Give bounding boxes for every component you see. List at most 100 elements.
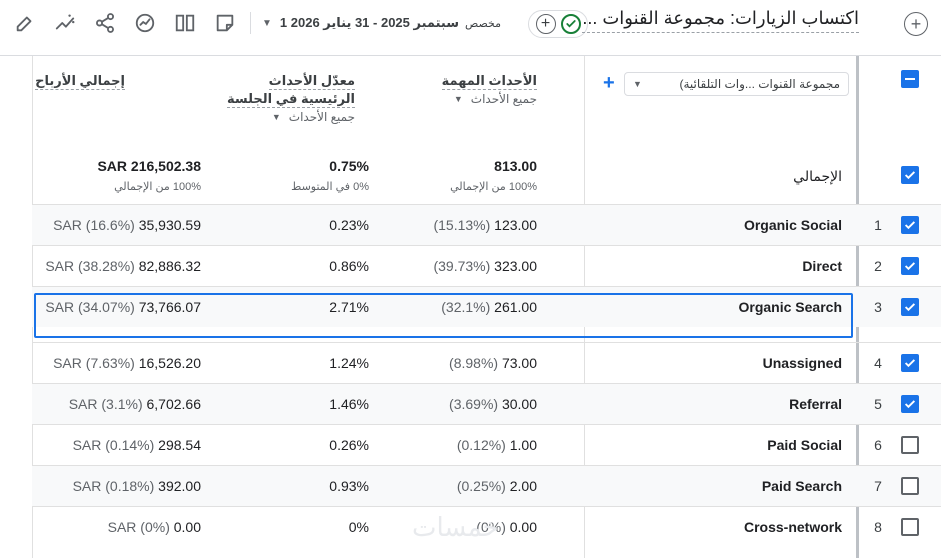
row-key-events-value: 1.00 (509, 437, 537, 453)
select-all-checkbox[interactable] (901, 70, 919, 88)
status-pill: + (528, 10, 588, 38)
data-table: مجموعة القنوات ...وات التلقائية) ▼ + الأ… (0, 56, 941, 558)
table-row[interactable]: 2 Direct (39.73%) 323.00 0.86% SAR (38.28%) … (32, 245, 941, 286)
date-custom-label: مخصص (465, 17, 502, 30)
row-key-events-value: 261.00 (494, 299, 537, 315)
row-revenue-value: 392.00 (158, 478, 201, 494)
row-number: 6 (874, 437, 882, 453)
column-header-event-rate[interactable]: معدّل الأحداث الرئيسية في الجلسة جميع ال… (226, 72, 355, 124)
row-key-events: (39.73%) 323.00 (433, 258, 537, 274)
row-checkbox[interactable] (901, 436, 919, 454)
row-event-rate: 2.71% (329, 299, 369, 315)
column-header-total-revenue[interactable]: إجمالي الأرباح (35, 72, 125, 90)
page-title: اكتساب الزيارات: مجموعة القنوات ... (582, 8, 859, 33)
row-event-rate: 0.93% (329, 478, 369, 494)
row-number: 1 (874, 217, 882, 233)
add-comparison-icon[interactable]: + (535, 14, 556, 34)
row-key-events-pct: (32.1%) (441, 299, 491, 315)
table-row[interactable]: 7 Paid Search (0.25%) 2.00 0.93% SAR (0.18%)… (32, 465, 941, 506)
column-header-key-events[interactable]: الأحداث المهمة جميع الأحداث ▼ (441, 72, 537, 106)
row-revenue-value: 82,886.32 (138, 258, 201, 274)
row-dimension-name[interactable]: Cross-network (744, 519, 842, 535)
date-range-picker[interactable]: ▼ 1 سبتمبر 2025 - 31 يناير 2026 مخصص (262, 12, 501, 34)
note-icon[interactable] (213, 11, 237, 35)
event-filter-label: جميع الأحداث (470, 92, 537, 106)
insights-icon[interactable] (53, 11, 77, 35)
add-dimension-button[interactable]: + (603, 73, 615, 93)
dimension-selector[interactable]: مجموعة القنوات ...وات التلقائية) ▼ (624, 72, 849, 96)
table-row[interactable]: 8 Cross-network (0%) 0.00 0% SAR (0%) 0.00 (32, 506, 941, 547)
totals-checkbox[interactable] (901, 166, 919, 184)
row-dimension-name[interactable]: Organic Social (744, 217, 842, 233)
row-revenue-pct: (0%) (140, 519, 170, 535)
row-event-rate: 1.24% (329, 355, 369, 371)
event-filter[interactable]: جميع الأحداث ▼ (442, 92, 537, 106)
row-number: 4 (874, 355, 882, 371)
report-toolbar: ▼ 1 سبتمبر 2025 - 31 يناير 2026 مخصص + ا… (0, 0, 941, 46)
row-revenue-value: 298.54 (158, 437, 201, 453)
totals-rate: 0.75% (329, 158, 369, 174)
row-revenue-pct: (38.28%) (78, 258, 135, 274)
check-circle-icon[interactable] (560, 14, 581, 34)
row-number: 2 (874, 258, 882, 274)
row-key-events: (0%) 0.00 (476, 519, 537, 535)
chevron-down-icon: ▼ (453, 94, 463, 104)
row-checkbox[interactable] (901, 395, 919, 413)
row-key-events-value: 0.00 (509, 519, 537, 535)
row-revenue-value: 73,766.07 (138, 299, 201, 315)
row-key-events-pct: (0.12%) (456, 437, 506, 453)
add-report-button[interactable]: + (904, 12, 928, 36)
row-key-events-pct: (0.25%) (456, 478, 506, 494)
row-key-events-value: 2.00 (509, 478, 537, 494)
row-currency: SAR (45, 299, 75, 315)
column-header-label-line1: معدّل الأحداث (268, 73, 355, 90)
column-header-label: إجمالي الأرباح (35, 73, 125, 90)
row-key-events: (8.98%) 73.00 (449, 355, 537, 371)
chevron-down-icon: ▼ (262, 17, 272, 29)
totals-key-events: 813.00 (494, 158, 537, 174)
row-dimension-name[interactable]: Paid Search (762, 478, 842, 494)
table-row[interactable]: 1 Organic Social (15.13%) 123.00 0.23% SAR (… (32, 204, 941, 245)
share-icon[interactable] (93, 11, 117, 35)
row-revenue-value: 35,930.59 (138, 217, 201, 233)
row-key-events-value: 123.00 (494, 217, 537, 233)
columns-icon[interactable] (173, 11, 197, 35)
row-revenue: SAR (7.63%) 16,526.20 (53, 355, 201, 371)
totals-revenue-sub: 100% من الإجمالي (114, 181, 201, 193)
chevron-down-icon: ▼ (633, 79, 642, 89)
row-event-rate: 0.86% (329, 258, 369, 274)
row-revenue: SAR (0.14%) 298.54 (73, 437, 201, 453)
row-revenue-pct: (3.1%) (101, 396, 143, 412)
row-dimension-name[interactable]: Paid Social (767, 437, 842, 453)
row-key-events-pct: (8.98%) (449, 355, 499, 371)
row-revenue-pct: (34.07%) (78, 299, 135, 315)
row-number: 5 (874, 396, 882, 412)
event-filter[interactable]: جميع الأحداث ▼ (227, 110, 355, 124)
row-dimension-name[interactable]: Organic Search (739, 299, 843, 315)
row-dimension-name[interactable]: Direct (802, 258, 842, 274)
table-row[interactable]: 5 Referral (3.69%) 30.00 1.46% SAR (3.1%) 6,… (32, 383, 941, 424)
pencil-icon[interactable] (13, 11, 37, 35)
row-checkbox[interactable] (901, 257, 919, 275)
event-filter-label: جميع الأحداث (288, 110, 355, 124)
row-revenue-pct: (0.14%) (105, 437, 155, 453)
row-dimension-name[interactable]: Referral (789, 396, 842, 412)
compare-icon[interactable] (133, 11, 157, 35)
row-revenue: SAR (34.07%) 73,766.07 (45, 299, 201, 315)
row-key-events-pct: (39.73%) (433, 258, 491, 274)
row-key-events: (0.12%) 1.00 (457, 437, 537, 453)
row-dimension-name[interactable]: Unassigned (763, 355, 842, 371)
table-row[interactable]: 4 Unassigned (8.98%) 73.00 1.24% SAR (7.63%)… (32, 342, 941, 383)
row-checkbox[interactable] (901, 298, 919, 316)
row-key-events: (32.1%) 261.00 (441, 299, 537, 315)
row-key-events-pct: (15.13%) (433, 217, 491, 233)
totals-revenue: SAR 216,502.38 (97, 158, 201, 174)
dimension-selector-label: مجموعة القنوات ...وات التلقائية) (679, 77, 840, 91)
row-number: 3 (874, 299, 882, 315)
row-checkbox[interactable] (901, 354, 919, 372)
table-row[interactable]: 6 Paid Social (0.12%) 1.00 0.26% SAR (0.14%)… (32, 424, 941, 465)
row-checkbox[interactable] (901, 518, 919, 536)
row-checkbox[interactable] (901, 477, 919, 495)
table-row[interactable]: 3 Organic Search (32.1%) 261.00 2.71% SAR (3… (32, 286, 941, 327)
row-checkbox[interactable] (901, 216, 919, 234)
